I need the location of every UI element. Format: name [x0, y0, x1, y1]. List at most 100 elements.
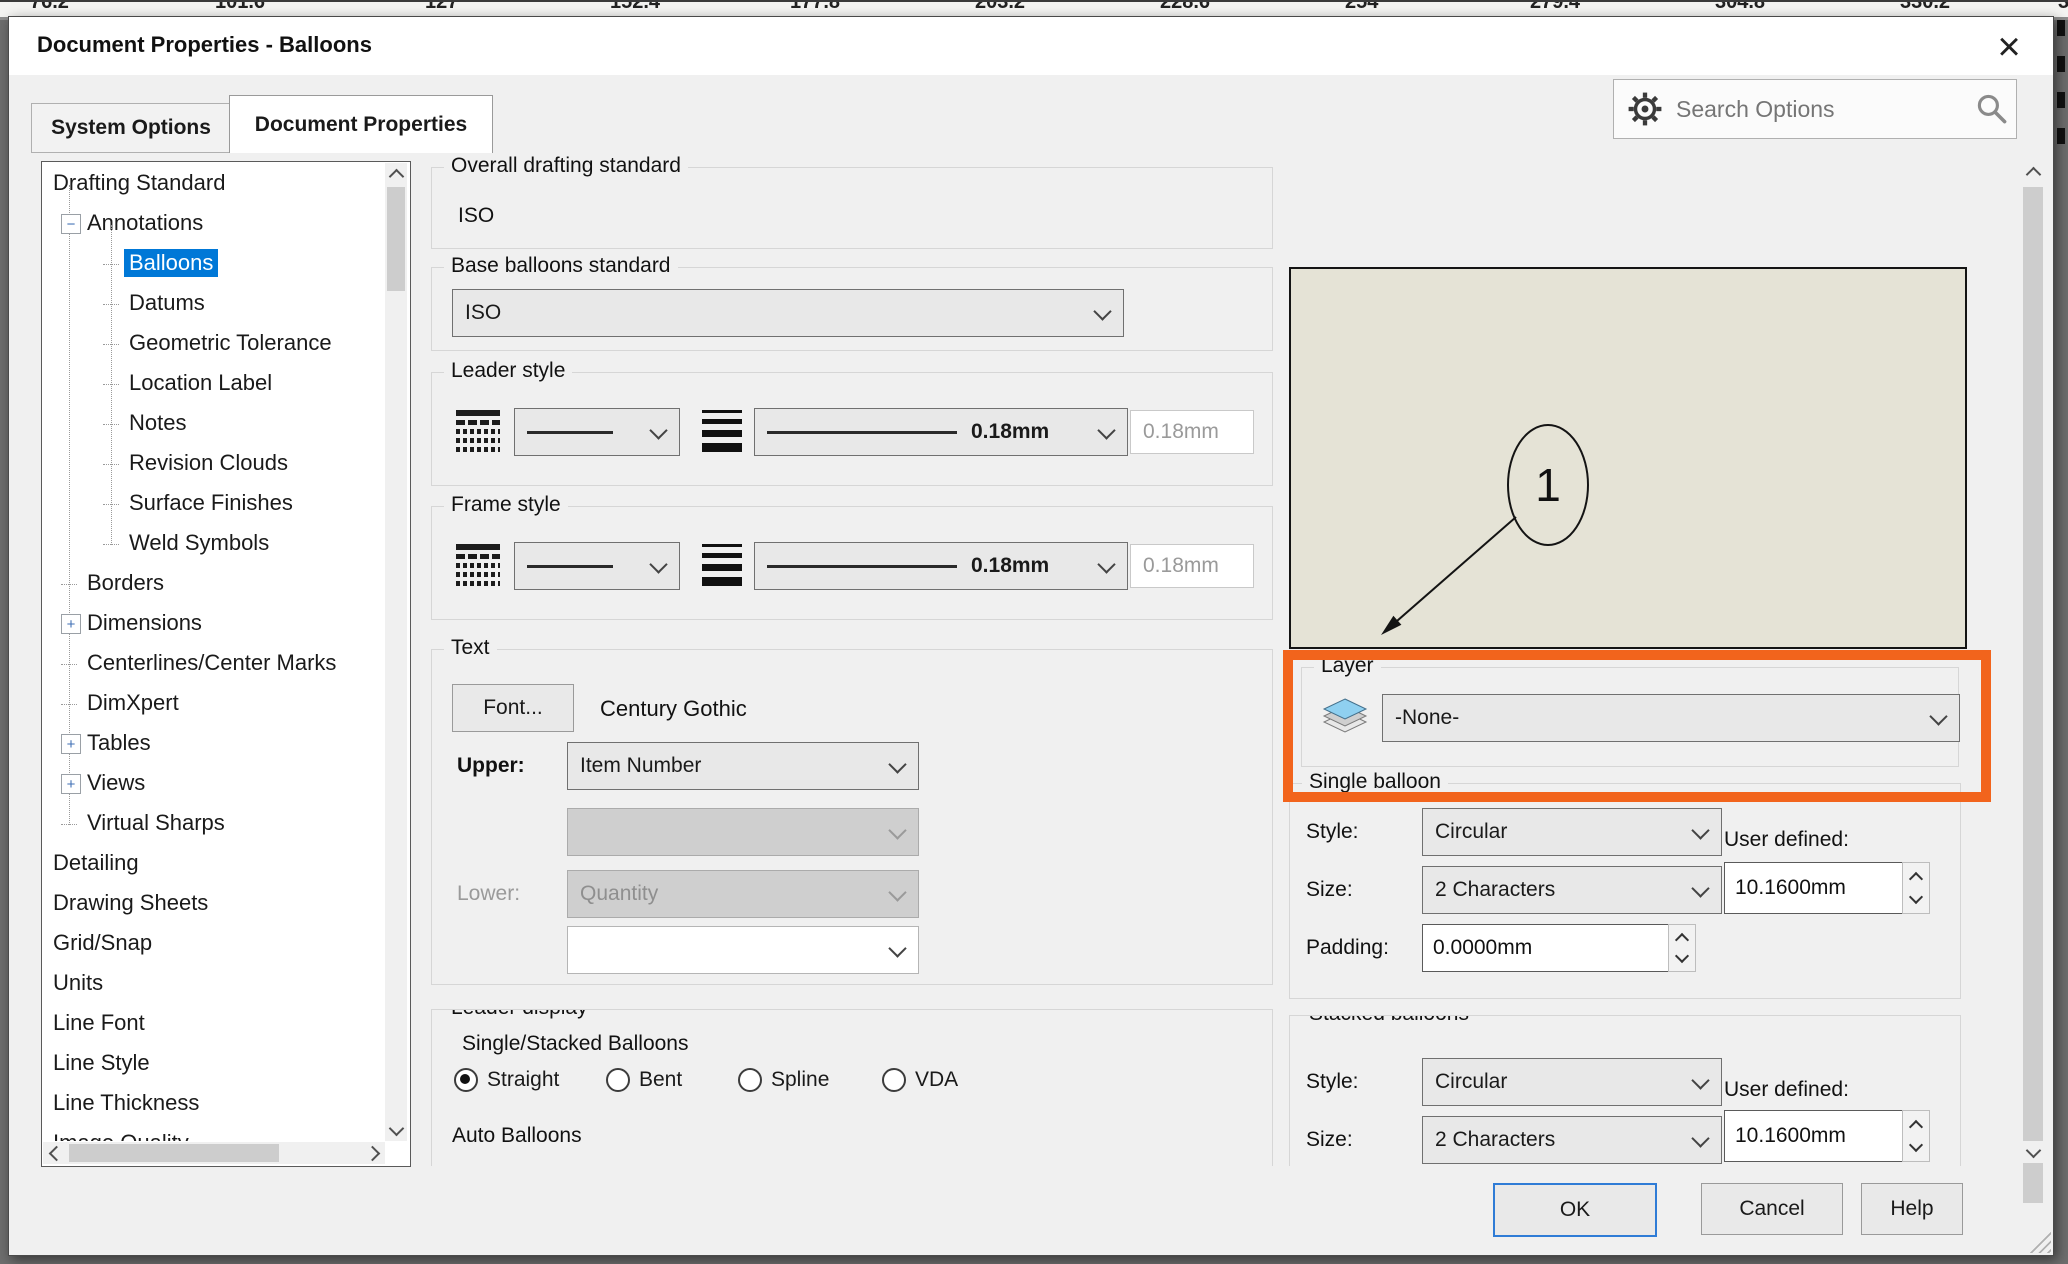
tree-item-annotations[interactable]: −Annotations — [43, 203, 385, 243]
tree-item-label: Tables — [82, 729, 156, 757]
style-label: Style: — [1306, 1070, 1359, 1094]
scroll-thumb[interactable] — [387, 187, 405, 291]
single-user-defined-spinner[interactable] — [1902, 862, 1930, 914]
expand-icon[interactable]: + — [61, 734, 81, 754]
tree-line — [103, 544, 119, 545]
tree-item-drawing-sheets[interactable]: Drawing Sheets — [43, 883, 385, 923]
leader-thickness-input[interactable] — [1130, 410, 1254, 454]
base-standard-select[interactable]: ISO — [452, 289, 1124, 337]
tree-item-label: Surface Finishes — [124, 489, 298, 517]
ruler-number: 279.4 — [1530, 0, 1580, 14]
tree-item-geometric-tolerance[interactable]: Geometric Tolerance — [43, 323, 385, 363]
scroll-up-button[interactable] — [385, 163, 407, 185]
scroll-down-button[interactable] — [385, 1119, 407, 1141]
tree-item-units[interactable]: Units — [43, 963, 385, 1003]
tree-horizontal-scrollbar[interactable] — [43, 1142, 385, 1164]
tree-item-notes[interactable]: Notes — [43, 403, 385, 443]
tree-item-line-style[interactable]: Line Style — [43, 1043, 385, 1083]
collapse-icon[interactable]: − — [61, 214, 81, 234]
expand-icon[interactable]: + — [61, 774, 81, 794]
frame-line-style-select[interactable] — [514, 542, 680, 590]
radio-button-icon[interactable] — [454, 1068, 478, 1092]
tree-line — [69, 185, 70, 825]
tree-item-grid-snap[interactable]: Grid/Snap — [43, 923, 385, 963]
tree-item-balloons[interactable]: Balloons — [43, 243, 385, 283]
single-padding-spinner[interactable] — [1668, 924, 1696, 972]
tree-item-dimensions[interactable]: +Dimensions — [43, 603, 385, 643]
tab-document-properties[interactable]: Document Properties — [229, 95, 493, 153]
single-size-select[interactable]: 2 Characters — [1422, 866, 1722, 914]
tree-line — [103, 384, 119, 385]
cancel-button[interactable]: Cancel — [1701, 1183, 1843, 1235]
options-vertical-scrollbar[interactable] — [2021, 161, 2045, 1165]
single-style-select[interactable]: Circular — [1422, 808, 1722, 856]
line-style-icon — [454, 542, 502, 588]
tree-item-label: Borders — [82, 569, 169, 597]
tree-item-datums[interactable]: Datums — [43, 283, 385, 323]
ok-button[interactable]: OK — [1493, 1183, 1657, 1237]
radio-button-icon[interactable] — [882, 1068, 906, 1092]
tree-item-virtual-sharps[interactable]: Virtual Sharps — [43, 803, 385, 843]
layer-group: Layer -None- — [1301, 667, 1959, 767]
tree-item-views[interactable]: +Views — [43, 763, 385, 803]
scroll-thumb[interactable] — [69, 1144, 279, 1162]
scroll-thumb[interactable] — [2023, 187, 2043, 1203]
chevron-left-icon — [48, 1145, 64, 1161]
tree-vertical-scrollbar[interactable] — [385, 163, 407, 1141]
radio-vda[interactable]: VDA — [882, 1068, 958, 1092]
tree-item-revision-clouds[interactable]: Revision Clouds — [43, 443, 385, 483]
tree-item-weld-symbols[interactable]: Weld Symbols — [43, 523, 385, 563]
tree-item-label: Line Font — [48, 1009, 150, 1037]
single-padding-input[interactable] — [1422, 924, 1676, 972]
close-button[interactable]: × — [1981, 21, 2037, 73]
tree-item-location-label[interactable]: Location Label — [43, 363, 385, 403]
resize-grip[interactable] — [2029, 1231, 2051, 1253]
tree-item-surface-finishes[interactable]: Surface Finishes — [43, 483, 385, 523]
expand-icon[interactable]: + — [61, 614, 81, 634]
radio-straight[interactable]: Straight — [454, 1068, 559, 1092]
tree-item-borders[interactable]: Borders — [43, 563, 385, 603]
leader-line-style-select[interactable] — [514, 408, 680, 456]
frame-thickness-select[interactable]: 0.18mm — [754, 542, 1128, 590]
tree-item-detailing[interactable]: Detailing — [43, 843, 385, 883]
title-bar: Document Properties - Balloons × — [9, 17, 2053, 75]
upper-select[interactable]: Item Number — [567, 742, 919, 790]
tree-item-tables[interactable]: +Tables — [43, 723, 385, 763]
search-input[interactable] — [1674, 95, 1974, 124]
scroll-up-button[interactable] — [2022, 161, 2044, 183]
scroll-down-button[interactable] — [2022, 1141, 2044, 1163]
stacked-user-defined-input[interactable] — [1724, 1110, 1910, 1162]
tree-item-image-quality[interactable]: Image Quality — [43, 1123, 385, 1141]
ruler-number: 127 — [425, 0, 458, 14]
stacked-style-select[interactable]: Circular — [1422, 1058, 1722, 1106]
tree-item-drafting-standard[interactable]: Drafting Standard — [43, 163, 385, 203]
radio-bent[interactable]: Bent — [606, 1068, 682, 1092]
tree-item-line-thickness[interactable]: Line Thickness — [43, 1083, 385, 1123]
radio-label: Spline — [771, 1068, 829, 1092]
tab-system-options[interactable]: System Options — [31, 103, 230, 153]
single-user-defined-input[interactable] — [1724, 862, 1910, 914]
font-button[interactable]: Font... — [452, 684, 574, 732]
tree-item-dimxpert[interactable]: DimXpert — [43, 683, 385, 723]
tree-line — [103, 304, 119, 305]
radio-button-icon[interactable] — [606, 1068, 630, 1092]
stacked-size-select[interactable]: 2 Characters — [1422, 1116, 1722, 1164]
search-options-box[interactable] — [1613, 79, 2017, 139]
selected-value: -None- — [1395, 706, 1459, 730]
radio-button-icon[interactable] — [738, 1068, 762, 1092]
stacked-user-defined-spinner[interactable] — [1902, 1110, 1930, 1162]
line-sample — [527, 431, 613, 434]
scroll-left-button[interactable] — [43, 1142, 65, 1164]
frame-thickness-input[interactable] — [1130, 544, 1254, 588]
chevron-down-icon — [388, 1120, 404, 1136]
layer-select[interactable]: -None- — [1382, 694, 1960, 742]
tree-item-line-font[interactable]: Line Font — [43, 1003, 385, 1043]
line-sample — [767, 431, 957, 434]
help-button[interactable]: Help — [1861, 1183, 1963, 1235]
leader-thickness-select[interactable]: 0.18mm — [754, 408, 1128, 456]
tree-item-centerlines-center-marks[interactable]: Centerlines/Center Marks — [43, 643, 385, 683]
radio-spline[interactable]: Spline — [738, 1068, 829, 1092]
scroll-right-button[interactable] — [363, 1142, 385, 1164]
lower-secondary-select[interactable] — [567, 926, 919, 974]
thickness-label: 0.18mm — [971, 420, 1049, 444]
